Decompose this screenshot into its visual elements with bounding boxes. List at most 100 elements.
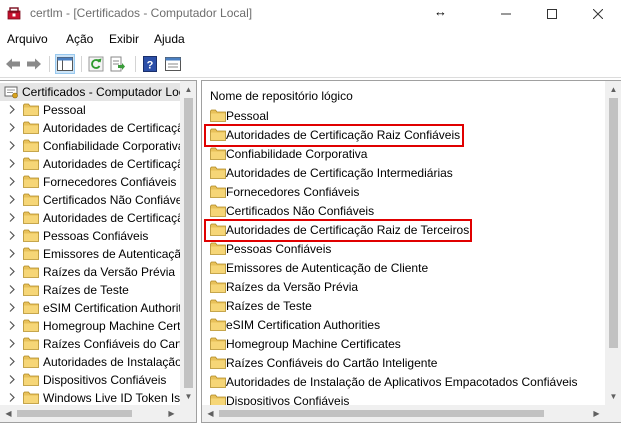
tree-item[interactable]: Certificados Não Confiáveis: [0, 191, 191, 209]
menu-bar: Arquivo Ação Exibir Ajuda: [0, 28, 621, 50]
export-list-button[interactable]: [108, 54, 128, 74]
list-item[interactable]: Certificados Não Confiáveis: [202, 201, 602, 220]
tree-item[interactable]: Fornecedores Confiáveis: [0, 173, 180, 191]
menu-exibir[interactable]: Exibir: [109, 32, 139, 46]
tree-item-label: Raízes da Versão Prévia: [43, 265, 176, 279]
scroll-down-arrow-icon[interactable]: ▼: [605, 388, 621, 405]
expand-chevron-icon[interactable]: [8, 104, 16, 115]
maximize-button[interactable]: [529, 0, 575, 28]
console-tree-pane[interactable]: Certificados - Computador Local Pessoal …: [0, 80, 197, 423]
refresh-icon: [88, 56, 104, 72]
tree-vertical-scrollbar[interactable]: ▲ ▼: [180, 81, 196, 405]
expand-chevron-icon[interactable]: [8, 338, 16, 349]
folder-icon: [23, 355, 39, 368]
tree-item[interactable]: Raízes de Teste: [0, 281, 180, 299]
expand-chevron-icon[interactable]: [8, 302, 16, 313]
tree-item[interactable]: Dispositivos Confiáveis: [0, 371, 180, 389]
properties-button[interactable]: [163, 54, 183, 74]
folder-icon: [210, 242, 226, 255]
list-item[interactable]: Emissores de Autenticação de Cliente: [202, 258, 602, 277]
list-item[interactable]: Autoridades de Certificação Raiz Confiáv…: [202, 125, 602, 144]
tree-item-label: Raízes de Teste: [43, 283, 129, 297]
help-button[interactable]: ?: [140, 54, 160, 74]
tree-item[interactable]: eSIM Certification Authorities: [0, 299, 196, 317]
expand-chevron-icon[interactable]: [8, 122, 16, 133]
refresh-button[interactable]: [86, 54, 106, 74]
properties-icon: [165, 57, 181, 71]
scroll-thumb[interactable]: [184, 98, 193, 388]
scrollbar-corner: [605, 405, 621, 422]
list-item-label: Raízes de Teste: [226, 299, 312, 313]
folder-icon: [210, 166, 226, 179]
scroll-right-arrow-icon[interactable]: ▶: [163, 405, 180, 422]
scroll-down-arrow-icon[interactable]: ▼: [180, 388, 196, 405]
tree-item[interactable]: Confiabilidade Corporativa: [0, 137, 184, 155]
expand-chevron-icon[interactable]: [8, 248, 16, 259]
folder-icon: [210, 261, 226, 274]
scroll-left-arrow-icon[interactable]: ◀: [202, 405, 219, 422]
list-item-label: Certificados Não Confiáveis: [226, 204, 375, 218]
list-item-label: Pessoal: [226, 109, 269, 123]
expand-chevron-icon[interactable]: [8, 266, 16, 277]
scroll-thumb[interactable]: [17, 410, 132, 417]
tree-item[interactable]: Raízes Confiáveis do Cartão Inteligente: [0, 335, 196, 353]
forward-button[interactable]: [24, 54, 44, 74]
tree-item[interactable]: Raízes da Versão Prévia: [0, 263, 180, 281]
menu-ajuda[interactable]: Ajuda: [154, 32, 185, 46]
tree-item[interactable]: Autoridades de Instalação de Aplicativos…: [0, 353, 196, 371]
back-button[interactable]: [3, 54, 23, 74]
expand-chevron-icon[interactable]: [8, 356, 16, 367]
list-item[interactable]: Confiabilidade Corporativa: [202, 144, 602, 163]
list-item[interactable]: Fornecedores Confiáveis: [202, 182, 602, 201]
list-item[interactable]: Autoridades de Certificação Intermediári…: [202, 163, 602, 182]
list-vertical-scrollbar[interactable]: ▲ ▼: [605, 81, 621, 405]
list-item[interactable]: Autoridades de Instalação de Aplicativos…: [202, 372, 602, 391]
list-item[interactable]: Autoridades de Certificação Raiz de Terc…: [202, 220, 602, 239]
expand-chevron-icon[interactable]: [8, 284, 16, 295]
tree-item[interactable]: Autoridades de Certificação Raiz Confiáv…: [0, 119, 196, 137]
tree-item[interactable]: Homegroup Machine Certificates: [0, 317, 196, 335]
expand-chevron-icon[interactable]: [8, 320, 16, 331]
scroll-left-arrow-icon[interactable]: ◀: [0, 405, 17, 422]
expand-chevron-icon[interactable]: [8, 140, 16, 151]
tree-item[interactable]: Pessoal: [0, 101, 180, 119]
scroll-right-arrow-icon[interactable]: ▶: [588, 405, 605, 422]
folder-icon: [23, 139, 39, 152]
show-hide-tree-icon: [57, 57, 73, 71]
expand-chevron-icon[interactable]: [8, 230, 16, 241]
menu-arquivo[interactable]: Arquivo: [7, 32, 48, 46]
list-item[interactable]: Raízes Confiáveis do Cartão Inteligente: [202, 353, 602, 372]
scroll-thumb[interactable]: [609, 98, 618, 348]
list-item[interactable]: Pessoas Confiáveis: [202, 239, 602, 258]
window-title: certlm - [Certificados - Computador Loca…: [30, 6, 253, 20]
folder-icon: [210, 185, 226, 198]
tree-item[interactable]: Pessoas Confiáveis: [0, 227, 180, 245]
details-pane[interactable]: Nome de repositório lógico Pessoal Autor…: [201, 80, 621, 423]
menu-acao[interactable]: Ação: [66, 32, 93, 46]
tree-root-certificates[interactable]: Certificados - Computador Local: [0, 83, 194, 101]
minimize-button[interactable]: [483, 0, 529, 28]
scroll-up-arrow-icon[interactable]: ▲: [180, 81, 196, 98]
scroll-up-arrow-icon[interactable]: ▲: [605, 81, 621, 98]
tree-horizontal-scrollbar[interactable]: ◀ ▶: [0, 405, 180, 422]
expand-chevron-icon[interactable]: [8, 374, 16, 385]
expand-chevron-icon[interactable]: [8, 158, 16, 169]
expand-chevron-icon[interactable]: [8, 176, 16, 187]
tree-item[interactable]: Autoridades de Certificação Raiz de Terc…: [0, 209, 196, 227]
expand-chevron-icon[interactable]: [8, 212, 16, 223]
list-item[interactable]: eSIM Certification Authorities: [202, 315, 602, 334]
tree-item[interactable]: Emissores de Autenticação de Cliente: [0, 245, 196, 263]
tree-item[interactable]: Autoridades de Certificação Intermediári…: [0, 155, 196, 173]
list-item[interactable]: Raízes de Teste: [202, 296, 602, 315]
list-item[interactable]: Raízes da Versão Prévia: [202, 277, 602, 296]
list-item[interactable]: Pessoal: [202, 106, 602, 125]
expand-chevron-icon[interactable]: [8, 194, 16, 205]
expand-chevron-icon[interactable]: [8, 392, 16, 403]
scroll-thumb[interactable]: [219, 410, 544, 417]
list-horizontal-scrollbar[interactable]: ◀ ▶: [202, 405, 605, 422]
tree-item-label: Pessoal: [43, 103, 86, 117]
show-hide-tree-button[interactable]: [55, 54, 75, 74]
close-button[interactable]: [575, 0, 621, 28]
list-item[interactable]: Homegroup Machine Certificates: [202, 334, 602, 353]
column-header-logical-store-name[interactable]: Nome de repositório lógico: [210, 89, 353, 103]
